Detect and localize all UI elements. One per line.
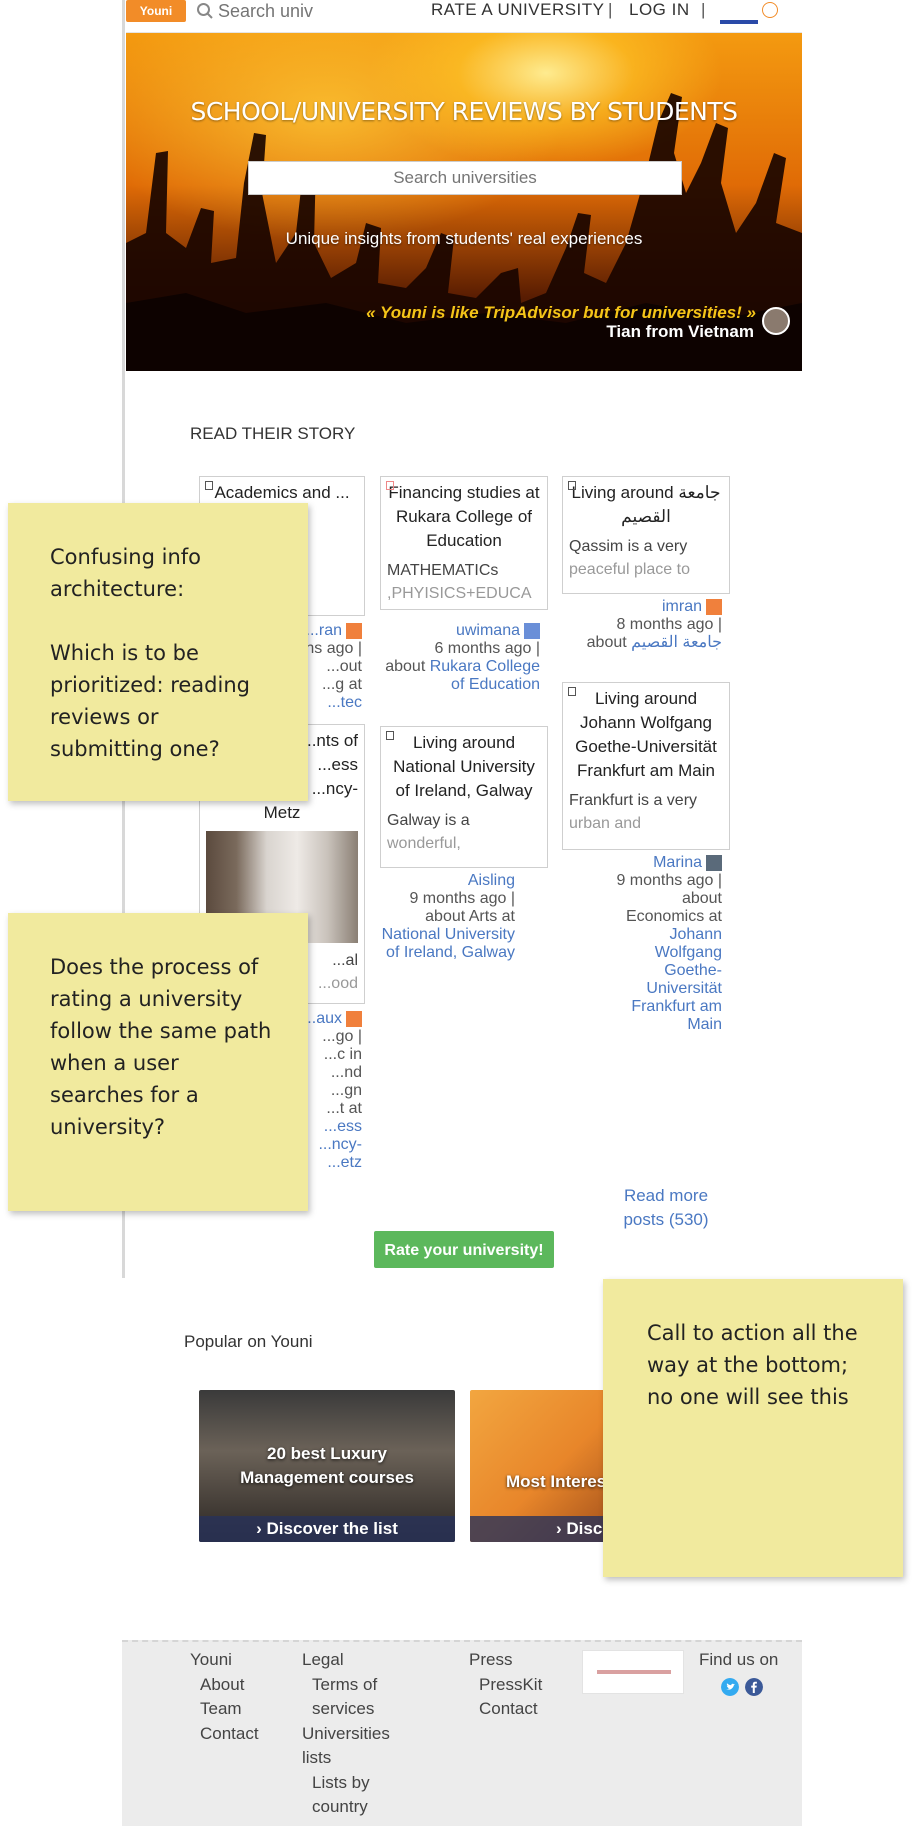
story-about: about xyxy=(385,658,426,675)
story-meta: Marina 9 months ago | about Economics at… xyxy=(562,854,722,1034)
story-excerpt: Frankfurt is a very urban and xyxy=(569,792,698,832)
footer-col-youni: Youni About Team Contact xyxy=(190,1648,259,1746)
popular-heading: Popular on Youni xyxy=(184,1332,313,1351)
rate-a-university-link[interactable]: RATE A UNIVERSITY xyxy=(431,0,605,20)
footer-link-about[interactable]: About xyxy=(190,1673,259,1698)
testimonial-author: Tian from Vietnam xyxy=(606,322,754,341)
footer-link-press-contact[interactable]: Contact xyxy=(469,1697,542,1722)
story-type-icon xyxy=(205,481,213,490)
footer-link-terms[interactable]: Terms of services xyxy=(302,1673,402,1722)
story-card[interactable]: Living around National University of Ire… xyxy=(380,726,548,868)
story-excerpt: MATHEMATICs ,PHYISICS+EDUCA xyxy=(387,562,532,602)
story-about: about Arts at xyxy=(425,908,515,925)
story-title: Living around National University of Ire… xyxy=(393,733,535,800)
login-link[interactable]: LOG IN xyxy=(629,0,690,20)
story-university-link[interactable]: National University of Ireland, Galway xyxy=(382,926,515,961)
footer-link-presskit[interactable]: PressKit xyxy=(469,1673,542,1698)
story-meta: imran 8 months ago | about جامعة القصيم xyxy=(562,598,722,652)
story-author[interactable]: Aisling xyxy=(468,872,515,889)
discover-list-link[interactable]: › Discover the list xyxy=(199,1516,455,1542)
footer-link-lists-by-country[interactable]: Lists by country xyxy=(302,1771,402,1820)
testimonial-avatar xyxy=(762,307,790,335)
language-flag-icon[interactable] xyxy=(720,20,758,24)
sticky-note-cta-position: Call to action all the way at the bottom… xyxy=(603,1279,903,1577)
story-type-icon xyxy=(386,731,394,740)
story-time: 9 months ago | xyxy=(409,890,515,907)
nav-separator: | xyxy=(701,0,706,19)
testimonial-quote: « Youni is like TripAdvisor but for univ… xyxy=(366,303,756,322)
story-card[interactable]: Living around جامعة القصيم Qassim is a v… xyxy=(562,476,730,594)
story-university-link[interactable]: Rukara College of Education xyxy=(430,658,540,693)
story-type-icon xyxy=(386,481,394,490)
search-input[interactable] xyxy=(218,0,348,22)
footer-col-press: Press PressKit Contact xyxy=(469,1648,542,1722)
popular-tile-title: 20 best Luxury Management courses xyxy=(240,1444,414,1487)
search-icon[interactable] xyxy=(196,2,214,20)
story-title: Financing studies at Rukara College of E… xyxy=(388,483,540,550)
partner-logo[interactable] xyxy=(582,1650,684,1694)
story-author[interactable]: ...ran xyxy=(306,622,342,639)
footer-heading: Youni xyxy=(190,1650,232,1669)
hero-search-input[interactable] xyxy=(248,161,682,195)
story-author[interactable]: Marina xyxy=(653,854,702,871)
twitter-icon[interactable] xyxy=(721,1678,739,1696)
hero-title: SCHOOL/UNIVERSITY REVIEWS BY STUDENTS xyxy=(190,97,738,126)
sticky-note-info-architecture: Confusing info architecture: Which is to… xyxy=(8,503,308,801)
footer-link-contact[interactable]: Contact xyxy=(190,1722,259,1747)
story-author[interactable]: uwimana xyxy=(456,622,520,639)
story-title: Living around جامعة القصيم xyxy=(571,483,721,526)
sticky-note-rating-path: Does the process of rating a university … xyxy=(8,913,308,1211)
story-type-icon xyxy=(568,481,576,490)
read-their-story-heading: READ THEIR STORY xyxy=(190,424,356,443)
footer-heading: Press xyxy=(469,1650,513,1669)
author-avatar-icon xyxy=(346,622,362,639)
story-time: 6 months ago | xyxy=(434,640,540,657)
story-subject: Economics at xyxy=(625,908,722,925)
story-time: 8 months ago | xyxy=(616,616,722,633)
top-bar: Youni RATE A UNIVERSITY | LOG IN | xyxy=(126,0,802,33)
story-excerpt: Qassim is a very peaceful place to xyxy=(569,538,690,578)
story-meta: Aisling 9 months ago | about Arts at Nat… xyxy=(380,872,515,962)
story-card[interactable]: Living around Johann Wolfgang Goethe-Uni… xyxy=(562,682,730,850)
story-author[interactable]: ...aux xyxy=(303,1010,342,1027)
story-card[interactable]: Financing studies at Rukara College of E… xyxy=(380,476,548,610)
facebook-icon[interactable] xyxy=(745,1678,763,1696)
footer-heading-find-us: Find us on xyxy=(699,1650,779,1669)
author-avatar-icon xyxy=(706,598,722,615)
story-title: Living around Johann Wolfgang Goethe-Uni… xyxy=(575,689,717,780)
story-university-link[interactable]: ...tec xyxy=(327,694,362,711)
hero-banner: SCHOOL/UNIVERSITY REVIEWS BY STUDENTS Un… xyxy=(126,33,802,371)
nav-separator: | xyxy=(608,0,613,19)
youni-logo[interactable]: Youni xyxy=(126,0,186,22)
footer-heading: Legal xyxy=(302,1650,344,1669)
story-about: about xyxy=(681,890,722,907)
chevron-right-icon: › xyxy=(256,1519,262,1538)
story-meta: uwimana 6 months ago | about Rukara Coll… xyxy=(380,622,540,694)
author-avatar-icon xyxy=(706,854,722,871)
read-more-link[interactable]: Read more posts (530) xyxy=(612,1184,720,1232)
story-excerpt: Galway is a wonderful, xyxy=(387,812,470,852)
story-about: about xyxy=(586,634,627,651)
story-university-link[interactable]: Johann Wolfgang Goethe-Universität Frank… xyxy=(602,926,722,1034)
footer-link-team[interactable]: Team xyxy=(190,1697,259,1722)
footer-heading[interactable]: Universities lists xyxy=(302,1722,402,1771)
story-time: 9 months ago | xyxy=(616,872,722,889)
story-title-cont: Metz xyxy=(263,803,301,822)
rate-your-university-button[interactable]: Rate your university! xyxy=(374,1231,554,1268)
chevron-right-icon: › xyxy=(556,1519,562,1538)
author-avatar-icon xyxy=(524,622,540,639)
story-university-link[interactable]: جامعة القصيم xyxy=(631,634,722,651)
story-type-icon xyxy=(568,687,576,696)
hero-subtitle: Unique insights from students' real expe… xyxy=(285,229,643,248)
story-place: ...g at xyxy=(321,676,362,693)
story-author[interactable]: imran xyxy=(662,598,702,615)
story-about: ...out xyxy=(326,658,362,675)
popular-tile[interactable]: 20 best Luxury Management courses › Disc… xyxy=(199,1390,455,1542)
footer-col-legal: Legal Terms of services Universities lis… xyxy=(302,1648,402,1820)
user-icon[interactable] xyxy=(762,2,778,18)
author-avatar-icon xyxy=(346,1010,362,1027)
